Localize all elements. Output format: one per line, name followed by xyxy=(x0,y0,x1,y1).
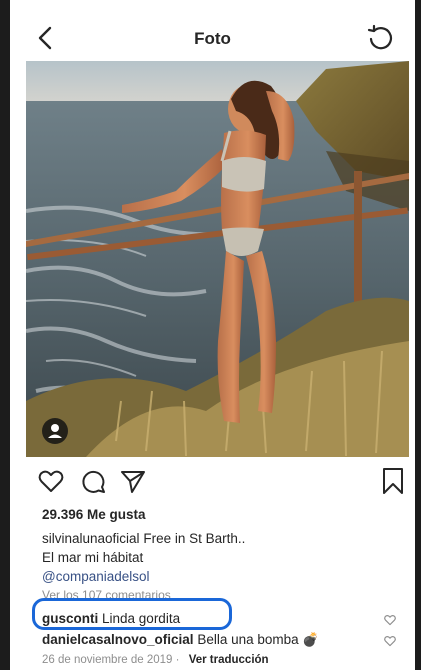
instagram-post-screen: Foto 29.396 Me gusta silvinalunaoficial … xyxy=(10,0,415,670)
comment-like-button[interactable] xyxy=(383,613,397,626)
comment-username[interactable]: danielcasalnovo_oficial xyxy=(42,632,194,647)
comment-like-button[interactable] xyxy=(383,634,397,647)
refresh-button[interactable] xyxy=(366,24,394,52)
comment-button[interactable] xyxy=(78,466,108,496)
post-photo-illustration xyxy=(26,61,409,457)
comment-highlight-annotation xyxy=(32,598,232,630)
user-icon xyxy=(48,424,62,438)
refresh-icon xyxy=(367,24,393,50)
post-photo[interactable] xyxy=(26,61,409,457)
see-translation-link[interactable]: Ver traducción xyxy=(189,654,269,666)
page-title: Foto xyxy=(194,29,231,48)
post-caption: silvinalunaoficial Free in St Barth.. El… xyxy=(42,529,402,586)
like-count[interactable]: 29.396 Me gusta xyxy=(42,507,146,522)
comment-text: Bella una bomba 💣 xyxy=(197,632,320,647)
caption-text: Free in St Barth.. xyxy=(143,531,246,546)
share-button[interactable] xyxy=(118,466,148,496)
heart-icon xyxy=(384,636,396,647)
comment-icon xyxy=(82,470,105,493)
heart-icon xyxy=(384,615,396,626)
post-date: 26 de noviembre de 2019 xyxy=(42,654,173,666)
bookmark-icon xyxy=(383,468,403,494)
send-icon xyxy=(121,471,145,493)
like-button[interactable] xyxy=(36,466,66,496)
comment-row: danielcasalnovo_oficial Bella una bomba … xyxy=(42,632,412,648)
caption-username[interactable]: silvinalunaoficial xyxy=(42,531,140,546)
top-bar: Foto xyxy=(10,0,415,60)
post-meta: 26 de noviembre de 2019 · Ver traducción xyxy=(42,654,269,666)
caption-mention-link[interactable]: @companiadelsol xyxy=(42,567,402,586)
heart-icon xyxy=(38,470,64,492)
save-button[interactable] xyxy=(378,466,408,496)
post-action-bar xyxy=(26,466,409,498)
caption-line-2: El mar mi hábitat xyxy=(42,550,144,565)
tagged-users-button[interactable] xyxy=(42,418,68,444)
